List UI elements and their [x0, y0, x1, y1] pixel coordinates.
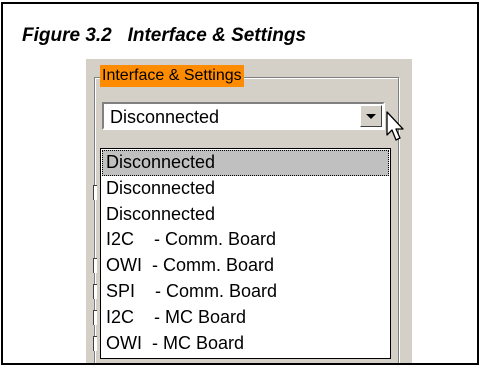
mouse-pointer-icon	[386, 111, 404, 141]
dropdown-item[interactable]: Disconnected	[102, 150, 389, 176]
hidden-checkbox-edge	[93, 185, 97, 200]
hidden-checkbox-edge	[93, 310, 97, 325]
dropdown-item[interactable]: I2C - Comm. Board	[102, 227, 389, 253]
dropdown-item[interactable]: Disconnected	[102, 176, 389, 202]
dropdown-item[interactable]: I2C - MC Board	[102, 305, 389, 331]
dropdown-item[interactable]: OWI - MC Board	[102, 331, 389, 357]
settings-panel: Interface & Settings Disconnected Discon…	[86, 59, 412, 363]
groupbox-title: Interface & Settings	[100, 65, 244, 87]
hidden-checkbox-edge	[93, 284, 97, 299]
figure-caption: Figure 3.2 Interface & Settings	[22, 25, 307, 46]
chevron-down-icon	[366, 114, 376, 119]
dropdown-item[interactable]: OWI - Comm. Board	[102, 253, 389, 279]
interface-dropdown-list[interactable]: Disconnected Disconnected Disconnected I…	[100, 148, 391, 359]
combobox-selected-value: Disconnected	[110, 107, 220, 127]
dropdown-button[interactable]	[360, 105, 382, 127]
interface-combobox[interactable]: Disconnected	[102, 102, 385, 130]
dropdown-item[interactable]: SPI - Comm. Board	[102, 279, 389, 305]
figure-frame: Figure 3.2 Interface & Settings Interfac…	[1, 2, 479, 365]
dropdown-item[interactable]: Disconnected	[102, 202, 389, 228]
hidden-checkbox-edge	[93, 336, 97, 351]
hidden-checkbox-edge	[93, 258, 97, 273]
